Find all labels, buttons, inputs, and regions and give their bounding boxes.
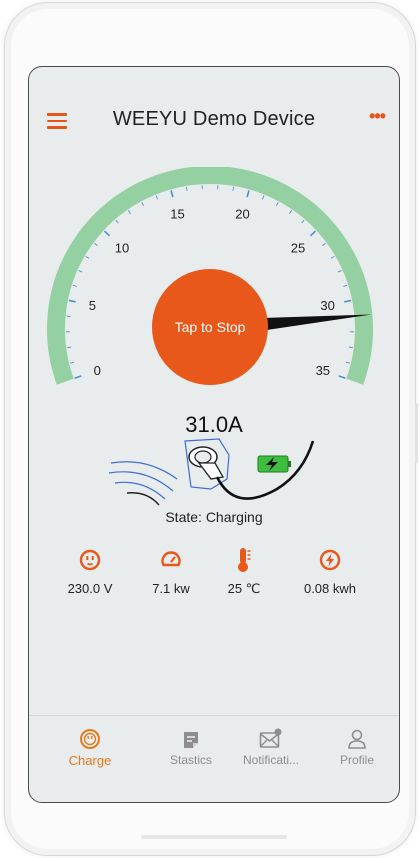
nav-label: Profile — [339, 753, 374, 767]
nav-notifications[interactable]: Notificati... — [231, 724, 311, 767]
gauge-tick — [344, 299, 352, 303]
gauge-tick — [69, 361, 75, 364]
temperature-value: 25 ℃ — [227, 581, 261, 596]
bottom-nav: Charge Stastics Notificati... Profile — [29, 715, 399, 802]
charging-plug-icon — [108, 438, 315, 506]
outlet-icon — [45, 547, 135, 573]
side-button — [415, 403, 418, 463]
charge-icon — [50, 724, 130, 750]
battery-charging-icon — [257, 455, 291, 473]
gauge-tick — [338, 375, 346, 380]
gauge-tick — [246, 190, 250, 198]
gauge-tick-label: 10 — [115, 240, 129, 255]
gauge-tick — [103, 230, 111, 237]
gauge-tick — [115, 219, 119, 224]
gauge-tick — [170, 190, 174, 198]
gauge-tick-label: 35 — [316, 363, 330, 378]
gauge-tick — [155, 195, 158, 200]
gauge-tick — [68, 299, 76, 303]
profile-icon — [317, 724, 397, 750]
gauge-tick-label: 25 — [291, 240, 305, 255]
energy-value: 0.08 kwh — [303, 581, 357, 596]
nav-label: Charge — [68, 753, 112, 768]
gauge-tick — [275, 201, 279, 206]
app-bar: WEEYU Demo Device ••• — [29, 67, 399, 175]
voltage-stat: 230.0 V — [45, 547, 135, 596]
gauge-tick-label: 20 — [235, 207, 249, 222]
energy-stat: 0.08 kwh — [285, 547, 375, 596]
charging-state: State: Charging — [165, 509, 263, 525]
gauge-tick — [74, 375, 82, 380]
gauge-tick-label: 0 — [94, 363, 101, 378]
voltage-value: 230.0 V — [67, 581, 113, 596]
nav-statistics[interactable]: Stastics — [151, 724, 231, 767]
gauge-tick — [337, 270, 342, 273]
gauge-tick-label: 15 — [170, 207, 184, 222]
gauge-tick-label: 5 — [89, 298, 96, 313]
app-screen: WEEYU Demo Device ••• 0 5 10 15 20 25 30 35 Tap… — [28, 66, 400, 803]
gauge-tick — [185, 186, 188, 191]
notification-icon — [231, 724, 311, 750]
gauge-tick — [309, 230, 317, 237]
gauge-tick-label: 30 — [320, 298, 334, 313]
thermometer-icon — [199, 547, 289, 573]
gauge-tick — [348, 346, 353, 349]
tap-to-stop-button[interactable]: Tap to Stop — [152, 269, 268, 385]
home-indicator[interactable] — [141, 835, 287, 839]
page-title: WEEYU Demo Device — [112, 108, 316, 130]
gauge-tick — [72, 284, 77, 287]
gauge-tick — [78, 270, 83, 273]
gauge-tick — [67, 346, 72, 349]
nav-profile[interactable]: Profile — [317, 724, 397, 767]
stats-row: 230.0 V 7.1 kw 25 ℃ 0.08 kwh — [29, 547, 399, 607]
gauge-tick — [94, 242, 98, 246]
gauge-tick — [322, 242, 326, 246]
gauge-tick — [289, 210, 293, 214]
temperature-stat: 25 ℃ — [199, 547, 289, 597]
statistics-icon — [151, 724, 231, 750]
nav-charge[interactable]: Charge — [50, 724, 130, 768]
gauge-tick — [345, 361, 351, 364]
gauge-tick — [262, 195, 265, 200]
gauge-tick — [330, 255, 335, 259]
gauge-tick — [232, 186, 235, 191]
gauge-tick — [301, 219, 305, 224]
gauge-tick — [85, 255, 90, 259]
nav-label: Stastics — [169, 753, 212, 767]
nav-label: Notificati... — [242, 753, 299, 767]
gauge-tick — [141, 201, 145, 206]
more-options-icon[interactable]: ••• — [369, 107, 386, 125]
energy-bolt-icon — [285, 547, 375, 573]
gauge-tick — [343, 284, 348, 287]
gauge-tick — [127, 210, 131, 214]
